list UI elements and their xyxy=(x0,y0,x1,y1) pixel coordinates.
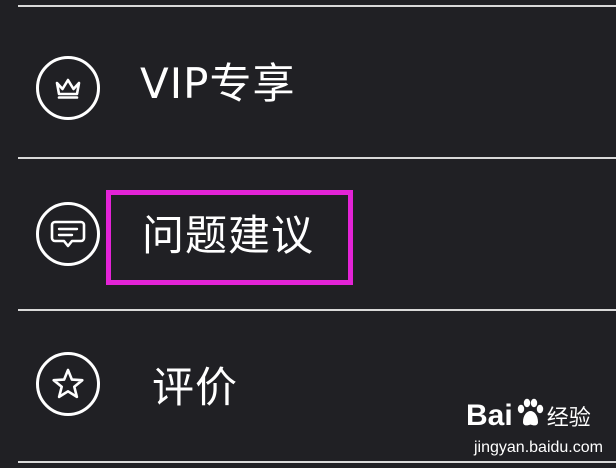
star-icon xyxy=(36,352,100,416)
menu-item-vip[interactable]: VIP专享 xyxy=(0,7,616,157)
watermark-url: jingyan.baidu.com xyxy=(474,439,603,456)
watermark-brand-suffix: 经验 xyxy=(546,406,591,431)
watermark-brand: Bai 经验 xyxy=(466,398,591,434)
feedback-chat-icon xyxy=(36,202,100,266)
menu-item-label: 评价 xyxy=(152,363,239,412)
paw-icon xyxy=(514,398,546,434)
menu-item-label: VIP专享 xyxy=(140,59,296,108)
highlight-annotation-box xyxy=(106,190,353,285)
baidu-jingyan-watermark: Bai 经验 jingyan.baidu.com xyxy=(450,398,612,464)
crown-icon xyxy=(36,56,100,120)
settings-menu-screen: VIP专享 问题建议 评价 Bai 经验 jingyan.baidu.com xyxy=(0,0,616,468)
watermark-brand-prefix: Bai xyxy=(466,399,513,432)
